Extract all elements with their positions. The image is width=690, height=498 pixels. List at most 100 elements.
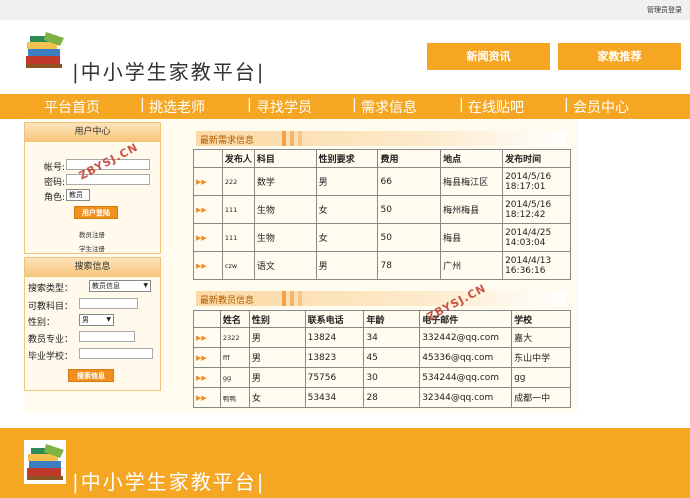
header-stripe	[290, 291, 294, 306]
table-header-row: 发布人 科目 性别要求 费用 地点 发布时间	[193, 149, 571, 168]
subject-cell: 数学	[253, 167, 317, 196]
subject-cell: 生物	[253, 223, 317, 252]
name-cell: 鸭鸭	[219, 387, 250, 408]
header-stripe	[282, 291, 286, 306]
table-header-cell: 发布时间	[502, 149, 571, 168]
table-header-cell: 年龄	[363, 310, 421, 328]
gender-cell: 男	[315, 251, 379, 280]
name-cell: 2322	[219, 327, 250, 348]
time-cell: 2014/5/16 18:12:42	[502, 195, 571, 224]
gender-label: 性别：	[28, 318, 56, 328]
date-text: 2014/5/16	[505, 199, 552, 210]
table-header-cell	[193, 149, 223, 168]
nav-demand[interactable]: 需求信息	[361, 97, 417, 117]
table-header-cell: 联系电话	[304, 310, 365, 328]
table-header-cell: 姓名	[219, 310, 250, 328]
table-row[interactable]: ▶▶ 111 生物 女 50 梅州梅县 2014/5/16 18:12:42	[193, 195, 571, 224]
gender-select[interactable]: 男 ▼	[79, 314, 114, 326]
teachers-section-header: 最新教员信息	[196, 291, 566, 306]
date-text: 2014/4/13	[505, 255, 552, 266]
role-select[interactable]: 教员	[66, 189, 90, 201]
news-button[interactable]: 新闻资讯	[427, 43, 550, 70]
row-arrow-icon: ▶▶	[193, 223, 223, 252]
fee-cell: 50	[377, 195, 442, 224]
password-label: 密码:	[44, 178, 66, 188]
search-type-value: 教员信息	[92, 282, 120, 290]
search-type-label: 搜索类型：	[28, 284, 74, 294]
table-header-cell: 性别要求	[315, 149, 379, 168]
table-row[interactable]: ▶▶ 2322 男 13824 34 332442@qq.com 嘉大	[193, 327, 571, 348]
major-label: 教员专业：	[28, 335, 74, 345]
gender-cell: 男	[248, 367, 306, 388]
age-cell: 30	[363, 367, 421, 388]
table-header-cell: 费用	[377, 149, 442, 168]
fee-cell: 66	[377, 167, 442, 196]
school-cell: 东山中学	[511, 347, 571, 368]
teacher-register-link[interactable]: 教员注册	[79, 229, 105, 239]
nav-separator: |	[140, 97, 145, 113]
age-cell: 45	[363, 347, 421, 368]
user-center-title: 用户中心	[25, 123, 160, 142]
table-row[interactable]: ▶▶ czw 语文 男 78 广州 2014/4/13 16:36:16	[193, 251, 571, 280]
time-cell: 2014/4/25 14:03:04	[502, 223, 571, 252]
time-text: 18:12:42	[505, 209, 546, 220]
gender-cell: 男	[248, 347, 306, 368]
publisher-cell: 222	[221, 167, 255, 196]
phone-cell: 13824	[304, 327, 365, 348]
admin-login-link[interactable]: 管理员登录	[647, 5, 682, 15]
age-cell: 34	[363, 327, 421, 348]
phone-cell: 53434	[304, 387, 365, 408]
email-cell: 332442@qq.com	[419, 327, 513, 348]
table-header-cell	[193, 310, 221, 328]
user-login-button[interactable]: 用户登陆	[74, 206, 118, 219]
table-row[interactable]: ▶▶ 鸭鸭 女 53434 28 32344@qq.com 成都一中	[193, 387, 571, 408]
table-row[interactable]: ▶▶ 222 数学 男 66 梅县梅江区 2014/5/16 18:17:01	[193, 167, 571, 196]
books-logo-icon	[26, 32, 64, 68]
subject-input[interactable]	[79, 298, 138, 309]
age-cell: 28	[363, 387, 421, 408]
row-arrow-icon: ▶▶	[193, 167, 223, 196]
header-stripe	[290, 131, 294, 146]
school-cell: gg	[511, 367, 571, 388]
nav-students[interactable]: 寻找学员	[256, 97, 312, 117]
school-input[interactable]	[79, 348, 153, 359]
date-text: 2014/4/25	[505, 227, 552, 238]
table-row[interactable]: ▶▶ fff 男 13823 45 45336@qq.com 东山中学	[193, 347, 571, 368]
table-header-cell: 地点	[440, 149, 504, 168]
nav-member[interactable]: 会员中心	[573, 97, 629, 117]
publisher-cell: 111	[221, 195, 255, 224]
student-register-link[interactable]: 学生注册	[79, 243, 105, 253]
recommend-button[interactable]: 家教推荐	[558, 43, 681, 70]
phone-cell: 13823	[304, 347, 365, 368]
nav-forum[interactable]: 在线贴吧	[468, 97, 524, 117]
row-arrow-icon: ▶▶	[193, 347, 221, 368]
fee-cell: 78	[377, 251, 442, 280]
gender-cell: 男	[248, 327, 306, 348]
subject-label: 可教科目：	[28, 302, 74, 312]
subject-cell: 语文	[253, 251, 317, 280]
books-logo-icon	[24, 440, 66, 484]
nav-teachers[interactable]: 挑选老师	[149, 97, 205, 117]
table-row[interactable]: ▶▶ 111 生物 女 50 梅县 2014/4/25 14:03:04	[193, 223, 571, 252]
email-cell: 534244@qq.com	[419, 367, 513, 388]
demand-section-title: 最新需求信息	[200, 136, 255, 146]
row-arrow-icon: ▶▶	[193, 251, 223, 280]
table-row[interactable]: ▶▶ gg 男 75756 30 534244@qq.com gg	[193, 367, 571, 388]
table-header-row: 姓名 性别 联系电话 年龄 电子邮件 学校	[193, 310, 571, 328]
subject-cell: 生物	[253, 195, 317, 224]
main-nav: 平台首页 | 挑选老师 | 寻找学员 | 需求信息 | 在线贴吧 | 会员中心	[0, 94, 690, 119]
nav-home[interactable]: 平台首页	[44, 97, 100, 117]
top-strip: 管理员登录	[0, 0, 690, 20]
phone-cell: 75756	[304, 367, 365, 388]
fee-cell: 50	[377, 223, 442, 252]
place-cell: 广州	[440, 251, 504, 280]
publisher-cell: czw	[221, 251, 255, 280]
major-input[interactable]	[79, 331, 135, 342]
dropdown-arrow-icon: ▼	[143, 282, 148, 289]
nav-separator: |	[564, 97, 569, 113]
search-button[interactable]: 搜索信息	[68, 369, 114, 382]
role-value: 教员	[69, 191, 83, 199]
search-type-select[interactable]: 教员信息 ▼	[89, 280, 151, 292]
table-header-cell: 发布人	[221, 149, 255, 168]
publisher-cell: 111	[221, 223, 255, 252]
